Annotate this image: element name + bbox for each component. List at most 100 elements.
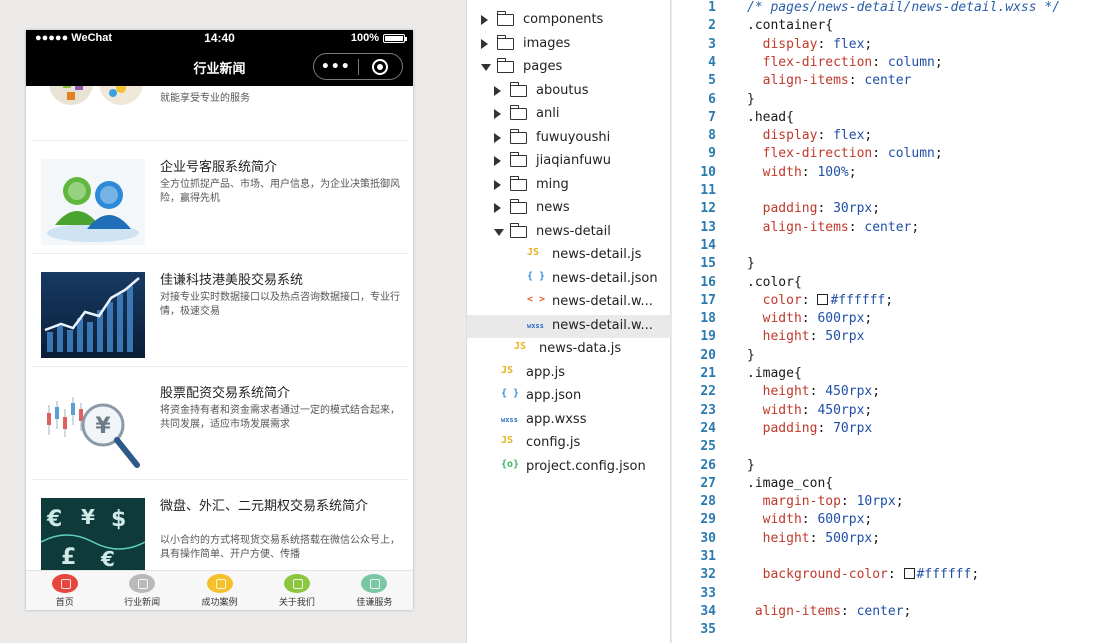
code-line[interactable]: 28 margin-top: 10rpx;	[672, 494, 1106, 512]
tab-item[interactable]: 首页	[26, 571, 103, 610]
code-line[interactable]: 24 padding: 70rpx	[672, 421, 1106, 439]
tree-folder[interactable]: jiaqianfuwu	[467, 150, 672, 173]
tree-folder[interactable]: ming	[467, 174, 672, 197]
code-line[interactable]: 25	[672, 439, 1106, 457]
code-line[interactable]: 11	[672, 183, 1106, 201]
news-item[interactable]: 就能享受专业的服务	[32, 86, 408, 141]
capsule-menu[interactable]: •••	[313, 53, 403, 80]
code-line[interactable]: 30 height: 500rpx;	[672, 531, 1106, 549]
code-line[interactable]: 9 flex-direction: column;	[672, 146, 1106, 164]
tab-label: 关于我们	[278, 598, 315, 608]
code-token: padding	[747, 201, 818, 217]
tree-folder[interactable]: news	[467, 197, 672, 220]
tree-file[interactable]: {o} project.config.json	[467, 456, 672, 479]
color-swatch[interactable]	[817, 293, 829, 305]
code-line[interactable]: 18 width: 600rpx;	[672, 311, 1106, 329]
code-token: flex	[833, 36, 865, 52]
chevron-right-icon[interactable]	[494, 109, 501, 119]
code-line[interactable]: 14	[672, 238, 1106, 256]
chevron-right-icon[interactable]	[494, 203, 501, 213]
chevron-right-icon[interactable]	[494, 179, 501, 190]
chevron-right-icon[interactable]	[494, 156, 501, 166]
code-line[interactable]: 21 .image{	[672, 366, 1106, 384]
code-text: padding: 70rpx	[747, 421, 873, 436]
news-item[interactable]: ¥ 股票配资交易系统简介 将资金持有者和资金需求者通过一定的模式结合起来，共同发…	[32, 367, 408, 480]
tree-folder[interactable]: aboutus	[467, 80, 672, 103]
code-line[interactable]: 19 height: 50rpx	[672, 329, 1106, 347]
js-file-icon: JS	[501, 364, 514, 376]
news-list[interactable]: 就能享受专业的服务 企业号客服系统简介 全方位抓捉产品、市场、用户信息，为企业决…	[26, 86, 413, 570]
record-icon	[372, 58, 389, 75]
code-line[interactable]: 8 display: flex;	[672, 128, 1106, 146]
code-line[interactable]: 31	[672, 549, 1106, 567]
tab-item[interactable]: 佳谦服务	[336, 571, 413, 610]
code-line[interactable]: 27 .image_con{	[672, 476, 1106, 494]
tree-file[interactable]: JS config.js	[467, 432, 672, 455]
nav-bar: 行业新闻 •••	[26, 48, 413, 86]
tree-folder[interactable]: pages	[467, 56, 672, 79]
code-line[interactable]: 23 width: 450rpx;	[672, 403, 1106, 421]
code-line[interactable]: 15}	[672, 256, 1106, 274]
code-line[interactable]: 7 .head{	[672, 110, 1106, 128]
code-line[interactable]: 2 .container{	[672, 18, 1106, 36]
chevron-right-icon[interactable]	[481, 15, 488, 25]
code-line[interactable]: 1 /* pages/news-detail/news-detail.wxss *…	[672, 0, 1106, 18]
code-token: #ffffff	[830, 292, 886, 308]
tree-file[interactable]: < > news-detail.w...	[467, 291, 672, 314]
tab-item[interactable]: 成功案例	[181, 571, 258, 610]
tree-folder[interactable]: components	[467, 9, 672, 32]
code-line[interactable]: 13 align-items: center;	[672, 220, 1106, 238]
news-thumbnail: ¥	[41, 385, 145, 471]
svg-text:€: €	[46, 507, 62, 532]
color-swatch[interactable]	[903, 568, 915, 580]
code-line[interactable]: 26}	[672, 458, 1106, 476]
code-token: ;	[903, 603, 912, 619]
tree-file[interactable]: JS news-detail.js	[467, 244, 672, 267]
code-line[interactable]: 17 color: #ffffff;	[672, 293, 1106, 311]
news-item[interactable]: 企业号客服系统简介 全方位抓捉产品、市场、用户信息，为企业决策抵御风险，赢得先机	[32, 141, 408, 254]
close-mini-program-button[interactable]	[359, 58, 403, 75]
tree-file[interactable]: { } news-detail.json	[467, 268, 672, 291]
chevron-down-icon[interactable]	[494, 228, 504, 236]
code-line[interactable]: 5 align-items: center	[672, 73, 1106, 91]
tree-folder[interactable]: fuwuyoushi	[467, 127, 672, 150]
tree-file[interactable]: wxss app.wxss	[467, 409, 672, 432]
chevron-right-icon[interactable]	[494, 132, 501, 143]
code-line[interactable]: 16 .color{	[672, 275, 1106, 293]
code-line[interactable]: 20}	[672, 348, 1106, 366]
tree-file[interactable]: JS app.js	[467, 362, 672, 385]
chevron-down-icon[interactable]	[481, 64, 491, 71]
svg-text:¥: ¥	[95, 414, 111, 439]
tab-item[interactable]: 行业新闻	[103, 571, 180, 610]
code-line[interactable]: 6}	[672, 92, 1106, 110]
tree-file[interactable]: { } app.json	[467, 385, 672, 408]
news-title: 企业号客服系统简介	[160, 160, 278, 175]
code-line[interactable]: 3 display: flex;	[672, 37, 1106, 55]
more-icon[interactable]: •••	[314, 59, 358, 75]
code-line[interactable]: 4 flex-direction: column;	[672, 55, 1106, 73]
code-line[interactable]: 10 width: 100%;	[672, 165, 1106, 183]
code-line[interactable]: 32 background-color: #ffffff;	[672, 567, 1106, 585]
line-number: 29	[700, 512, 716, 528]
news-item[interactable]: 佳谦科技港美股交易系统 对接专业实时数据接口以及热点咨询数据接口，专业行情，极速…	[32, 254, 408, 367]
code-line[interactable]: 35	[672, 622, 1106, 640]
code-editor[interactable]: 1 /* pages/news-detail/news-detail.wxss *…	[672, 0, 1106, 643]
news-item[interactable]: € ¥ $ £ € 微盘、外汇、二元期权交易系统简介 以小合约的方式将现货交易系…	[32, 480, 408, 570]
tree-file[interactable]: JS news-data.js	[467, 338, 672, 361]
chevron-right-icon[interactable]	[494, 85, 501, 96]
code-line[interactable]: 22 height: 450rpx;	[672, 384, 1106, 402]
code-text: }	[747, 348, 755, 363]
code-line[interactable]: 33	[672, 586, 1106, 604]
code-line[interactable]: 29 width: 600rpx;	[672, 512, 1106, 530]
code-line[interactable]: 34 align-items: center;	[672, 604, 1106, 622]
tree-folder[interactable]: news-detail	[467, 221, 672, 244]
news-title: 股票配资交易系统简介	[160, 386, 291, 401]
tree-folder[interactable]: anli	[467, 103, 672, 126]
chevron-right-icon[interactable]	[481, 38, 488, 49]
code-line[interactable]: 12 padding: 30rpx;	[672, 201, 1106, 219]
tree-file[interactable]: wxss news-detail.w...	[467, 314, 672, 338]
tab-item[interactable]: 关于我们	[258, 571, 335, 610]
tree-folder[interactable]: images	[467, 33, 672, 56]
code-token: ;	[864, 512, 873, 528]
line-number: 19	[700, 329, 716, 345]
